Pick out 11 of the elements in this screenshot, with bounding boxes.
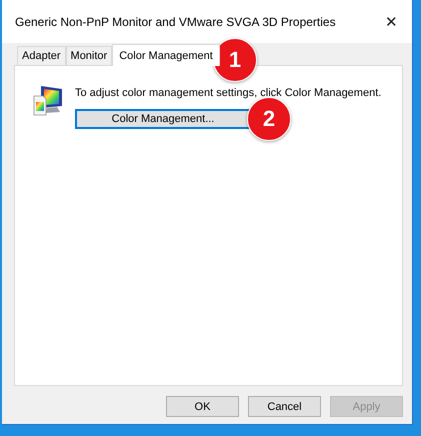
dialog-button[interactable]: Cancel bbox=[248, 396, 321, 417]
monitor-icon bbox=[33, 84, 63, 116]
tab[interactable]: Monitor bbox=[66, 46, 112, 65]
tab[interactable]: Adapter bbox=[17, 46, 66, 65]
color-management-button[interactable]: Color Management... bbox=[75, 109, 251, 129]
instruction-text: To adjust color management settings, click Color Management. bbox=[75, 87, 382, 99]
step-badge: 2 bbox=[247, 97, 291, 141]
dialog-button[interactable]: OK bbox=[166, 396, 239, 417]
window-title: Generic Non-PnP Monitor and VMware SVGA 3D Properties bbox=[15, 14, 336, 28]
close-button[interactable]: ✕ bbox=[379, 8, 404, 34]
tab[interactable]: Color Management bbox=[112, 44, 220, 66]
